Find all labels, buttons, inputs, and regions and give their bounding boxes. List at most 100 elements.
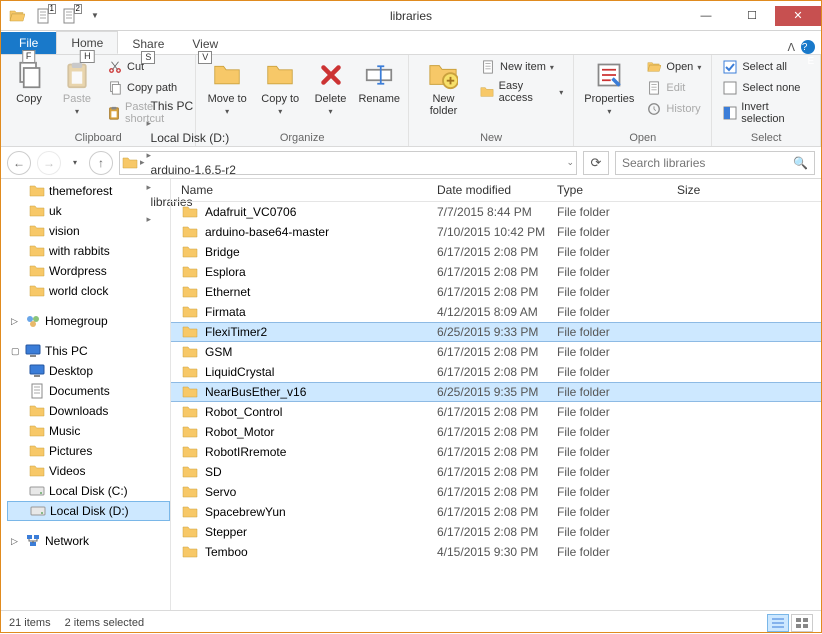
minimize-button[interactable]: — [683,6,729,26]
tab-file[interactable]: FileF [1,32,56,54]
copy-path-button[interactable]: Copy path [103,78,189,98]
file-type: File folder [557,505,677,519]
file-name: Ethernet [205,285,437,299]
file-type: File folder [557,545,677,559]
navigation-pane[interactable]: themeforestukvisionwith rabbitsWordpress… [1,179,171,610]
qat-dropdown[interactable]: ▼ [83,5,107,27]
rename-button[interactable]: Rename [357,57,402,107]
refresh-button[interactable]: ⟳ [583,151,609,175]
file-row[interactable]: RobotIRremote 6/17/2015 2:08 PM File fol… [171,442,821,462]
file-date: 6/17/2015 2:08 PM [437,485,557,499]
tree-item[interactable]: Local Disk (C:) [7,481,170,501]
tree-item[interactable]: Music [7,421,170,441]
address-bar[interactable]: ▸ This PC▸Local Disk (D:)▸arduino-1.6.5-… [119,151,577,175]
tree-item[interactable]: Local Disk (D:) [7,501,170,521]
tab-share[interactable]: ShareS [118,33,178,54]
file-row[interactable]: Robot_Motor 6/17/2015 2:08 PM File folde… [171,422,821,442]
file-row[interactable]: Servo 6/17/2015 2:08 PM File folder [171,482,821,502]
properties-button[interactable]: Properties▾ [580,57,638,120]
tree-item[interactable]: themeforest [7,181,170,201]
copy-button[interactable]: Copy [7,57,51,107]
file-row[interactable]: SpacebrewYun 6/17/2015 2:08 PM File fold… [171,502,821,522]
tree-item[interactable]: ▢This PC [7,341,170,361]
file-row[interactable]: Robot_Control 6/17/2015 2:08 PM File fol… [171,402,821,422]
chevron-right-icon[interactable]: ▸ [147,118,152,128]
open-button[interactable]: Open ▾ [642,57,705,77]
breadcrumb-segment[interactable]: Local Disk (D:) [147,131,240,145]
file-row[interactable]: FlexiTimer2 6/25/2015 9:33 PM File folde… [171,322,821,342]
file-row[interactable]: Stepper 6/17/2015 2:08 PM File folder [171,522,821,542]
folder-icon [181,544,199,560]
maximize-button[interactable]: ☐ [729,6,775,26]
icons-view-button[interactable] [791,614,813,632]
file-date: 6/25/2015 9:35 PM [437,385,557,399]
file-row[interactable]: Esplora 6/17/2015 2:08 PM File folder [171,262,821,282]
column-date[interactable]: Date modified [437,183,557,197]
tree-item[interactable]: Desktop [7,361,170,381]
tree-item[interactable]: Videos [7,461,170,481]
column-name[interactable]: Name [181,183,437,197]
qat-app-icon[interactable] [5,5,29,27]
column-size[interactable]: Size [677,183,737,197]
tab-view[interactable]: ViewV [178,33,232,54]
qat-btn-2[interactable]: 2 [57,5,81,27]
file-row[interactable]: SD 6/17/2015 2:08 PM File folder [171,462,821,482]
file-row[interactable]: NearBusEther_v16 6/25/2015 9:35 PM File … [171,382,821,402]
up-button[interactable]: ↑ [89,151,113,175]
address-dropdown[interactable]: ⌄ [566,157,574,168]
close-button[interactable]: ✕ [775,6,821,26]
search-input[interactable] [622,156,787,170]
file-row[interactable]: LiquidCrystal 6/17/2015 2:08 PM File fol… [171,362,821,382]
file-row[interactable]: Firmata 4/12/2015 8:09 AM File folder [171,302,821,322]
tree-item[interactable]: ▷Network [7,531,170,551]
expand-icon[interactable]: ▷ [11,316,21,327]
tab-home[interactable]: HomeH [56,31,118,54]
collapse-ribbon-button[interactable]: ᐱ [787,41,795,54]
breadcrumb-segment[interactable]: This PC [147,99,240,113]
back-button[interactable]: ← [7,151,31,175]
new-folder-button[interactable]: New folder [415,57,472,119]
edit-button[interactable]: Edit [642,78,705,98]
tree-item[interactable]: vision [7,221,170,241]
qat-btn-1[interactable]: 1 [31,5,55,27]
tree-item[interactable]: with rabbits [7,241,170,261]
help-button[interactable]: ?E [801,40,815,54]
select-all-button[interactable]: Select all [718,57,814,77]
tree-item[interactable]: Documents [7,381,170,401]
file-row[interactable]: Bridge 6/17/2015 2:08 PM File folder [171,242,821,262]
recent-locations-button[interactable]: ▾ [67,151,83,175]
delete-button[interactable]: Delete▾ [309,57,353,120]
new-item-button[interactable]: New item ▾ [476,57,567,77]
file-row[interactable]: Ethernet 6/17/2015 2:08 PM File folder [171,282,821,302]
tree-item[interactable]: Pictures [7,441,170,461]
chevron-right-icon[interactable]: ▸ [147,150,152,160]
tree-item[interactable]: Downloads [7,401,170,421]
tree-item[interactable]: ▷Homegroup [7,311,170,331]
expand-icon[interactable]: ▷ [11,536,21,547]
folder-icon [181,384,199,400]
search-box[interactable]: 🔍 [615,151,815,175]
file-row[interactable]: Temboo 4/15/2015 9:30 PM File folder [171,542,821,562]
search-icon: 🔍 [793,156,808,170]
file-list[interactable]: Adafruit_VC0706 7/7/2015 8:44 PM File fo… [171,202,821,610]
breadcrumb-segment[interactable]: arduino-1.6.5-r2 [147,163,240,177]
copy-to-button[interactable]: Copy to ▾ [256,57,305,120]
expand-icon[interactable]: ▢ [11,346,21,357]
easy-access-button[interactable]: Easy access ▾ [476,78,567,106]
details-view-button[interactable] [767,614,789,632]
invert-selection-button[interactable]: Invert selection [718,99,814,127]
tree-item[interactable]: world clock [7,281,170,301]
tree-item[interactable]: uk [7,201,170,221]
select-none-button[interactable]: Select none [718,78,814,98]
file-name: SD [205,465,437,479]
chevron-right-icon[interactable]: ▸ [140,157,145,168]
group-open-label: Open [580,131,705,145]
forward-button[interactable]: → [37,151,61,175]
column-type[interactable]: Type [557,183,677,197]
file-row[interactable]: GSM 6/17/2015 2:08 PM File folder [171,342,821,362]
tree-item[interactable]: Wordpress [7,261,170,281]
file-row[interactable]: Adafruit_VC0706 7/7/2015 8:44 PM File fo… [171,202,821,222]
paste-button[interactable]: Paste▾ [55,57,99,120]
history-button[interactable]: History [642,99,705,119]
file-row[interactable]: arduino-base64-master 7/10/2015 10:42 PM… [171,222,821,242]
